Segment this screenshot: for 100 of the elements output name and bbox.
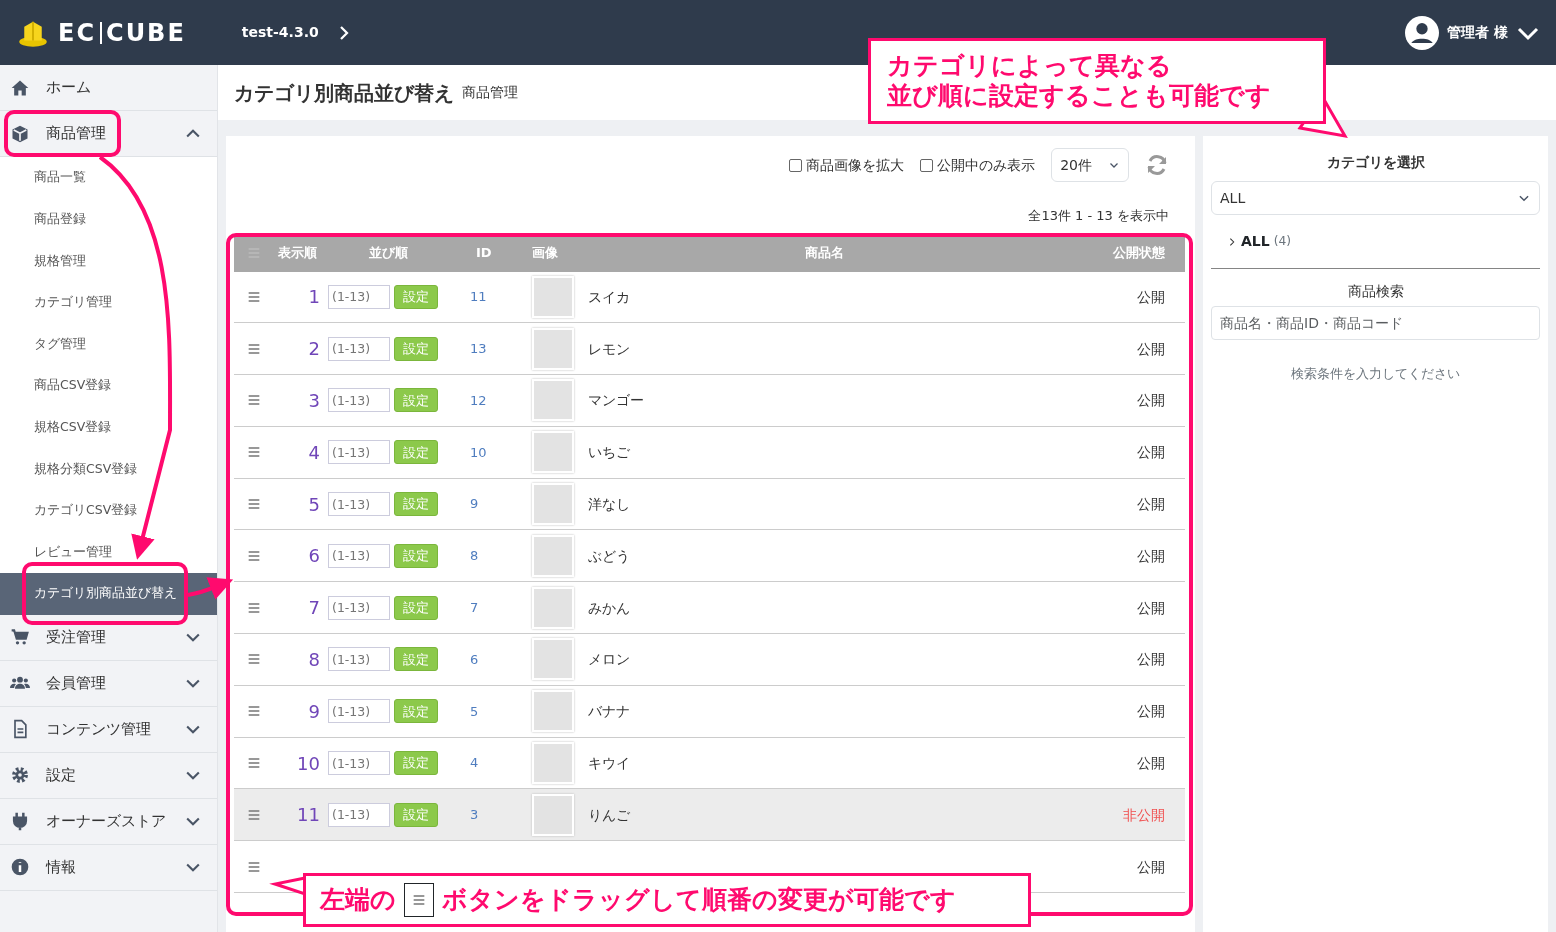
row-number: 4 — [307, 440, 321, 465]
plug-icon — [10, 811, 30, 832]
sidebar-item[interactable]: 設定 — [0, 752, 217, 799]
product-name: レモン — [587, 339, 631, 359]
product-id: 11 — [469, 288, 488, 307]
row-number: 9 — [307, 699, 321, 724]
sidebar-subitem[interactable]: 商品一覧 — [0, 157, 217, 199]
column-header: 商品名 — [804, 243, 845, 262]
product-id: 10 — [469, 443, 488, 462]
category-name: ALL — [1241, 232, 1270, 251]
row-number: 6 — [307, 544, 321, 569]
sidebar-item[interactable]: 情報 — [0, 844, 217, 891]
order-input[interactable]: (1-13) — [328, 699, 390, 724]
product-id: 13 — [469, 339, 488, 358]
sidebar-subitem[interactable]: 規格CSV登録 — [0, 406, 217, 449]
avatar-icon — [1405, 15, 1440, 50]
shop-link[interactable]: test-4.3.0 — [241, 21, 353, 44]
photo-placeholder — [532, 275, 574, 318]
photo-placeholder — [532, 379, 574, 422]
sidebar-subitem[interactable]: 商品CSV登録 — [0, 364, 217, 407]
photo-placeholder — [532, 534, 574, 577]
row-number: 2 — [307, 337, 321, 362]
sidebar-subitem[interactable]: 商品登録 — [0, 198, 217, 241]
product-name: マンゴー — [587, 391, 645, 411]
sidebar-subitem[interactable]: 規格分類CSV登録 — [0, 448, 217, 490]
chevron-right-icon — [1227, 235, 1237, 248]
publish-status: 非公開 — [1122, 805, 1166, 825]
sidebar-subitem[interactable]: カテゴリCSV登録 — [0, 489, 217, 532]
category-select[interactable]: ALL — [1211, 181, 1540, 215]
search-field[interactable]: 商品名・商品ID・商品コード — [1211, 306, 1540, 340]
page-subtitle: 商品管理 — [462, 83, 518, 102]
row-number: 1 — [307, 285, 321, 310]
order-input[interactable]: (1-13) — [328, 440, 390, 465]
per-page-select[interactable]: 20件 — [1051, 148, 1129, 182]
product-id: 6 — [469, 650, 480, 669]
refresh-icon[interactable] — [1145, 153, 1169, 177]
row-number: 3 — [307, 389, 321, 413]
sidebar-item[interactable]: 受注管理 — [0, 614, 217, 661]
cube-icon — [10, 123, 30, 144]
order-input[interactable]: (1-13) — [328, 647, 390, 672]
column-header: 並び順 — [367, 243, 409, 262]
search-hint: 検索条件を入力してください — [1290, 365, 1461, 383]
callout-text: ボタンをドラッグして順番の変更が可能です — [442, 884, 956, 917]
order-input[interactable]: (1-13) — [328, 388, 390, 413]
column-header: ID — [475, 243, 493, 262]
sidebar-subitem[interactable]: 規格管理 — [0, 240, 217, 282]
photo-placeholder — [532, 483, 574, 526]
panel-label: 商品検索 — [1346, 282, 1405, 301]
sidebar-item[interactable]: 会員管理 — [0, 660, 217, 707]
order-input[interactable]: (1-13) — [328, 284, 390, 309]
photo-placeholder — [532, 586, 574, 629]
column-header: 表示順 — [277, 243, 318, 262]
publish-status: 公開 — [1136, 702, 1166, 722]
publish-status: 公開 — [1136, 598, 1166, 618]
product-id: 3 — [469, 806, 480, 825]
publish-status: 公開 — [1136, 857, 1166, 877]
publish-status: 公開 — [1136, 546, 1166, 566]
publish-status: 公開 — [1136, 391, 1166, 411]
product-id: 8 — [469, 547, 480, 566]
callout-text: 並び順に設定することも可能です — [887, 81, 1272, 111]
info-icon — [10, 857, 30, 878]
publish-status: 公開 — [1136, 753, 1166, 773]
category-tree-item[interactable]: ALL (4) — [1227, 231, 1540, 252]
order-input[interactable]: (1-13) — [328, 492, 390, 517]
product-name: 洋なし — [587, 494, 631, 514]
order-input[interactable]: (1-13) — [328, 336, 390, 361]
row-number: 7 — [307, 596, 321, 621]
category-count: (4) — [1273, 233, 1292, 251]
photo-placeholder — [532, 431, 574, 474]
column-header: 公開状態 — [1112, 243, 1166, 262]
shop-name: test-4.3.0 — [241, 23, 319, 42]
user-menu[interactable]: 管理者 様 — [1405, 15, 1540, 50]
order-input[interactable]: (1-13) — [328, 595, 390, 620]
column-header: 画像 — [532, 243, 559, 262]
order-input[interactable]: (1-13) — [328, 751, 390, 776]
product-name: みかん — [587, 598, 631, 618]
checkbox-option[interactable]: 公開中のみ表示 — [920, 154, 1036, 176]
order-input[interactable]: (1-13) — [328, 543, 390, 568]
product-id: 7 — [469, 598, 480, 617]
logo-text: EC — [58, 17, 96, 49]
product-id: 4 — [469, 754, 480, 773]
panel-label: カテゴリを選択 — [1325, 153, 1426, 172]
sidebar-item[interactable]: オーナーズストア — [0, 798, 217, 845]
sidebar-subitem[interactable]: カテゴリ管理 — [0, 281, 217, 324]
photo-placeholder — [532, 690, 574, 733]
order-input[interactable]: (1-13) — [328, 802, 390, 827]
product-name: いちご — [587, 443, 631, 463]
sidebar-item[interactable]: コンテンツ管理 — [0, 706, 217, 753]
checkbox-option[interactable]: 商品画像を拡大 — [789, 154, 905, 176]
sidebar-item[interactable]: ホーム — [0, 65, 217, 111]
publish-status: 公開 — [1136, 650, 1166, 670]
settings-icon — [10, 765, 30, 786]
publish-status: 公開 — [1136, 443, 1166, 463]
sidebar-subitem[interactable]: タグ管理 — [0, 323, 217, 365]
photo-placeholder — [532, 742, 574, 785]
product-name: スイカ — [587, 287, 631, 307]
product-name: メロン — [587, 650, 631, 670]
publish-status: 公開 — [1136, 287, 1166, 307]
menu-icon — [411, 892, 427, 908]
row-number: 8 — [307, 647, 321, 672]
